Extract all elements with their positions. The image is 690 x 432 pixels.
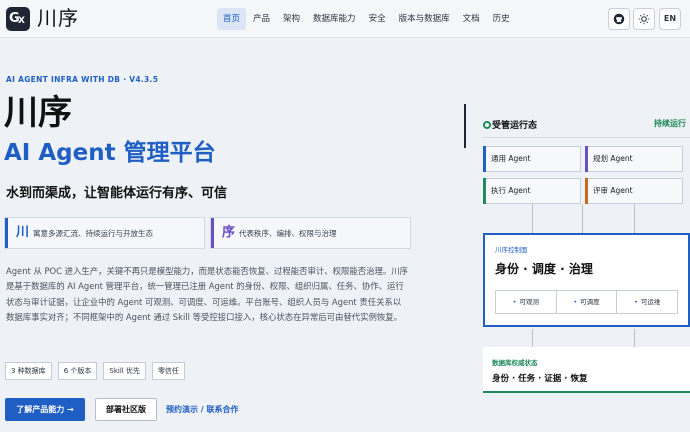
nav-link-security[interactable]: 安全 xyxy=(363,8,392,30)
github-button[interactable] xyxy=(608,8,630,30)
runtime-panel: 受管运行态 持续运行 通用 Agent 规划 Agent 执行 Agent 评审… xyxy=(464,104,690,396)
hero-tagline: 水到而渠成，让智能体运行有序、可信 xyxy=(6,186,228,201)
connector-line xyxy=(634,204,635,233)
agent-card-planner[interactable]: 规划 Agent xyxy=(585,146,683,172)
nav-links: 首页 产品 架构 数据库能力 安全 版本与数据库 文档 历史 xyxy=(217,8,517,30)
panel-title: 受管运行态 xyxy=(492,121,538,131)
logo-glyph-small: X xyxy=(18,16,25,26)
agent-label: 规划 Agent xyxy=(593,154,633,163)
agent-card-reviewer[interactable]: 评审 Agent xyxy=(585,178,683,204)
language-button[interactable]: EN xyxy=(659,8,681,30)
nav-link-home[interactable]: 首页 xyxy=(217,8,247,30)
panel-accent-line xyxy=(464,104,466,148)
agent-accent-bar xyxy=(483,178,486,204)
agent-accent-bar xyxy=(483,146,486,172)
hero-title-cn: 川序 xyxy=(4,93,72,133)
feature-card-xu: 序 代表秩序、编排、权限与治理 xyxy=(210,217,411,249)
nav-link-product[interactable]: 产品 xyxy=(247,8,276,30)
feature-char: 川 xyxy=(16,225,30,240)
theme-toggle-icon xyxy=(638,13,650,25)
panel-divider xyxy=(483,137,690,138)
database-state-card: 数据库权威状态 身份 · 任务 · 证据 · 恢复 xyxy=(483,347,690,393)
agent-label: 执行 Agent xyxy=(491,186,531,195)
panel-status: 持续运行 xyxy=(654,119,686,128)
capability-schedulable: • 可调度 xyxy=(557,291,618,313)
hero-title-en: AI Agent 管理平台 xyxy=(4,140,216,166)
tag-list: 3 种数据库 6 个版本 Skill 优先 零信任 xyxy=(5,362,191,380)
book-demo-link[interactable]: 预约演示 / 联系合作 xyxy=(166,404,239,415)
capability-operable: • 可运维 xyxy=(634,298,661,306)
connector-line xyxy=(634,329,635,347)
connector-line xyxy=(532,204,533,233)
theme-toggle-button[interactable] xyxy=(633,8,655,30)
feature-text: 代表秩序、编排、权限与治理 xyxy=(239,229,337,238)
feature-card-chuan: 川 寓意多源汇流、持续运行与开放生态 xyxy=(4,217,205,249)
tag-databases: 3 种数据库 xyxy=(5,362,52,380)
tag-versions: 6 个版本 xyxy=(57,362,98,380)
control-plane-title: 身份 · 调度 · 治理 xyxy=(495,262,593,276)
status-dot-icon xyxy=(483,121,491,129)
agent-card-general[interactable]: 通用 Agent xyxy=(483,146,581,172)
nav-link-history[interactable]: 历史 xyxy=(487,8,516,30)
control-plane-label: 川序控制面 xyxy=(495,246,528,254)
agent-label: 通用 Agent xyxy=(491,154,531,163)
tag-skill-first: Skill 优先 xyxy=(103,362,146,380)
capability-observable: • 可观测 xyxy=(496,291,557,313)
nav-link-versions[interactable]: 版本与数据库 xyxy=(393,8,456,30)
deploy-community-button[interactable]: 部署社区版 xyxy=(95,398,157,421)
feature-accent-bar xyxy=(211,218,214,248)
dot-icon: • xyxy=(512,298,517,306)
connector-line xyxy=(582,204,583,233)
agent-accent-bar xyxy=(585,146,588,172)
logo-icon[interactable]: G X xyxy=(6,7,30,31)
agent-label: 评审 Agent xyxy=(593,186,633,195)
database-state-label: 数据库权威状态 xyxy=(492,359,538,367)
capability-pills: • 可观测 • 可调度 • 可运维 xyxy=(495,290,678,314)
control-plane-card: 川序控制面 身份 · 调度 · 治理 • 可观测 • 可调度 • 可运维 xyxy=(483,233,690,327)
agent-card-executor[interactable]: 执行 Agent xyxy=(483,178,581,204)
top-nav: G X 川序 首页 产品 架构 数据库能力 安全 版本与数据库 文档 历史 EN xyxy=(0,0,690,38)
github-icon xyxy=(613,13,625,25)
connector-line xyxy=(532,329,533,347)
brand-name[interactable]: 川序 xyxy=(37,5,79,31)
hero-description: Agent 从 POC 进入生产，关键不再只是模型能力，而是状态能否恢复、过程能… xyxy=(6,266,409,322)
nav-link-architecture[interactable]: 架构 xyxy=(277,8,306,30)
tag-zero-trust: 零信任 xyxy=(151,362,185,380)
hero-eyebrow: AI AGENT INFRA WITH DB · V4.3.5 xyxy=(6,75,159,84)
dot-icon: • xyxy=(573,298,578,306)
feature-accent-bar xyxy=(5,218,8,248)
feature-char: 序 xyxy=(222,225,236,240)
agent-accent-bar xyxy=(585,178,588,204)
feature-text: 寓意多源汇流、持续运行与开放生态 xyxy=(33,229,153,238)
nav-link-docs[interactable]: 文档 xyxy=(457,8,486,30)
dot-icon: • xyxy=(634,298,638,306)
learn-product-button[interactable]: 了解产品能力 → xyxy=(5,398,85,421)
database-state-title: 身份 · 任务 · 证据 · 恢复 xyxy=(492,374,588,384)
nav-link-database[interactable]: 数据库能力 xyxy=(307,8,362,30)
